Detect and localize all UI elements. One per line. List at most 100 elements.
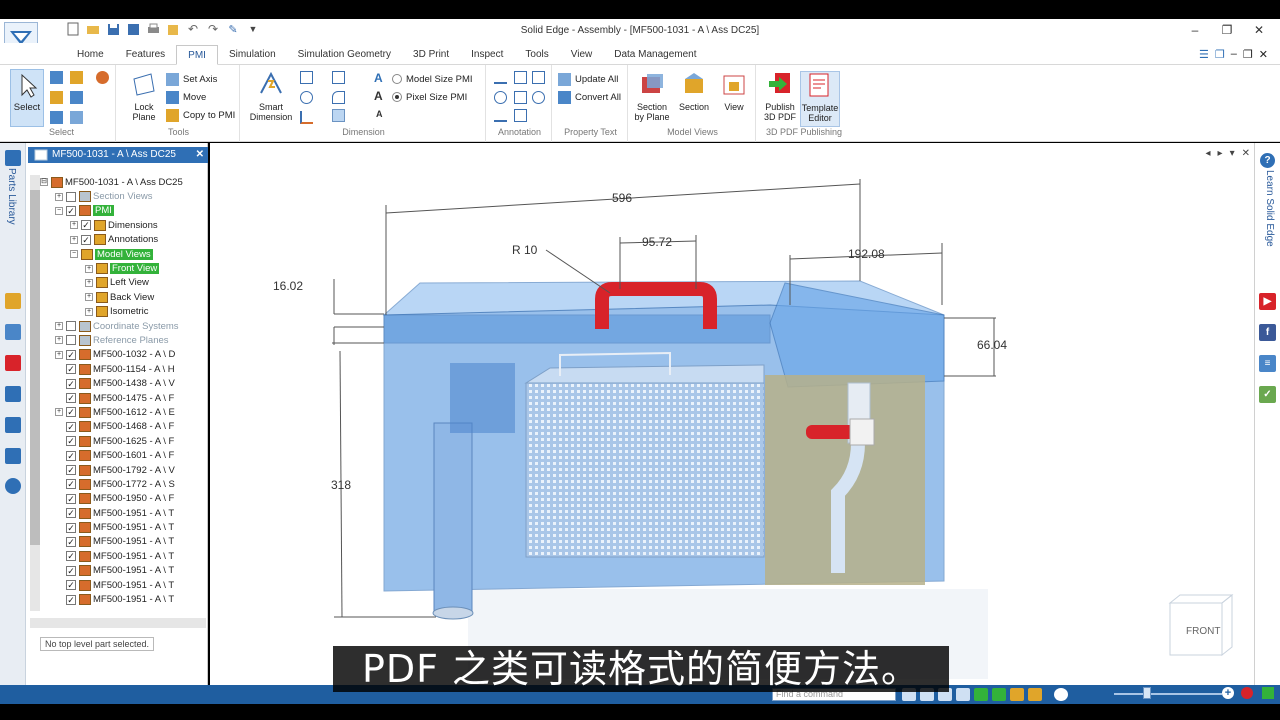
rotate-icon[interactable] xyxy=(956,688,970,701)
tree-item[interactable]: + ✓ MF500-1032 - A \ D xyxy=(28,348,206,362)
dimension-height[interactable]: 318 xyxy=(331,478,351,492)
dimension-top[interactable]: 16.02 xyxy=(273,279,303,293)
parts-library-icon[interactable] xyxy=(5,150,21,166)
tree-item[interactable]: + Isometric xyxy=(28,305,206,319)
template-editor-button[interactable]: Template Editor xyxy=(800,71,840,127)
callout-icon[interactable] xyxy=(514,71,527,84)
tree-item[interactable]: ✓ MF500-1154 - A \ H xyxy=(28,362,206,376)
leader-icon[interactable] xyxy=(494,71,507,84)
tree-visibility-checkbox[interactable]: ✓ xyxy=(66,594,76,605)
model-render[interactable]: 596 R 10 95.72 192.08 16.02 66.04 318 FR… xyxy=(210,143,1254,685)
text-small-icon[interactable]: A xyxy=(376,109,383,119)
filter-icon[interactable] xyxy=(50,71,63,84)
set-axis-button[interactable]: Set Axis xyxy=(166,71,217,87)
tree-item[interactable]: ✓ MF500-1951 - A \ T xyxy=(28,506,206,520)
visible-edges-icon[interactable] xyxy=(992,688,1006,701)
surface-texture-icon[interactable] xyxy=(494,109,507,122)
tree-visibility-checkbox[interactable]: ✓ xyxy=(66,565,76,576)
zoom-in-icon[interactable]: + xyxy=(1222,687,1234,699)
youtube-icon[interactable]: ▶ xyxy=(1259,293,1276,310)
tab-inspect[interactable]: Inspect xyxy=(460,45,514,65)
tree-visibility-checkbox[interactable]: ✓ xyxy=(66,465,76,475)
color-icon[interactable] xyxy=(70,71,83,84)
close-button[interactable]: ✕ xyxy=(1252,23,1266,37)
view-cube[interactable]: FRONT xyxy=(1168,593,1234,657)
tree-item[interactable]: + Left View xyxy=(28,276,206,290)
update-all-button[interactable]: Update All xyxy=(558,71,618,87)
help-panel-icon[interactable] xyxy=(5,417,21,433)
tree-item[interactable]: + ✓ MF500-1612 - A \ E xyxy=(28,405,206,419)
view-style-icon[interactable] xyxy=(1010,688,1024,701)
tree-expander-icon[interactable]: + xyxy=(70,221,78,230)
ribbon-minimize-icon[interactable]: – xyxy=(1231,48,1237,61)
zoom-out-icon[interactable] xyxy=(1054,688,1068,701)
record-icon[interactable] xyxy=(1241,687,1253,699)
shaded-icon[interactable] xyxy=(974,688,988,701)
layout-icon[interactable]: ☰ xyxy=(1199,48,1209,61)
tree-visibility-checkbox[interactable]: ✓ xyxy=(66,407,76,418)
zoom-slider-thumb[interactable] xyxy=(1143,687,1151,699)
model-size-pmi-option[interactable]: Model Size PMI xyxy=(392,71,473,87)
minimize-button[interactable]: – xyxy=(1188,23,1202,37)
copy-to-pmi-button[interactable]: Copy to PMI xyxy=(166,107,235,123)
tree-item[interactable]: − ✓ PMI xyxy=(28,204,206,218)
tree-visibility-checkbox[interactable]: ✓ xyxy=(66,580,76,591)
tree-item[interactable]: ✓ MF500-1772 - A \ S xyxy=(28,477,206,491)
tree-visibility-checkbox[interactable]: ✓ xyxy=(66,450,76,461)
tree-item[interactable]: + ✓ Dimensions xyxy=(28,218,206,232)
tree-expander-icon[interactable]: ⊟ xyxy=(40,178,48,187)
section-by-plane-button[interactable]: Section by Plane xyxy=(632,71,672,122)
select-button[interactable]: Select xyxy=(10,69,44,127)
text-size-icon[interactable]: A xyxy=(374,89,383,103)
tab-simulation-geometry[interactable]: Simulation Geometry xyxy=(287,45,402,65)
tree-visibility-checkbox[interactable] xyxy=(66,335,76,346)
tree-item[interactable]: ✓ MF500-1951 - A \ T xyxy=(28,564,206,578)
configurations-icon[interactable] xyxy=(5,448,21,464)
tree-expander-icon[interactable]: + xyxy=(70,235,78,244)
tree-expander-icon[interactable]: + xyxy=(55,408,63,417)
tree-expander-icon[interactable]: − xyxy=(55,206,63,215)
tree-visibility-checkbox[interactable]: ✓ xyxy=(66,421,76,432)
assembly-tree-icon[interactable] xyxy=(5,293,21,309)
convert-all-button[interactable]: Convert All xyxy=(558,89,621,105)
weld-icon[interactable] xyxy=(514,109,527,122)
tree-visibility-checkbox[interactable]: ✓ xyxy=(66,479,76,490)
tree-expander-icon[interactable]: + xyxy=(85,278,93,287)
dimension-handle[interactable]: 95.72 xyxy=(642,235,672,249)
tree-item[interactable]: + Back View xyxy=(28,290,206,304)
tab-pmi[interactable]: PMI xyxy=(176,45,218,65)
tree-expander-icon[interactable]: + xyxy=(85,307,93,316)
balloon-icon[interactable] xyxy=(494,91,507,104)
tree-visibility-checkbox[interactable]: ✓ xyxy=(66,508,76,519)
section-button[interactable]: Section xyxy=(674,71,714,112)
zone-icon[interactable] xyxy=(70,111,83,124)
move-button[interactable]: Move xyxy=(166,89,206,105)
text-icon[interactable]: A xyxy=(374,71,383,85)
tab-home[interactable]: Home xyxy=(66,45,115,65)
datum-icon[interactable] xyxy=(514,91,527,104)
tree-item[interactable]: ⊟ MF500-1031 - A \ Ass DC25 xyxy=(28,175,206,189)
community-icon[interactable]: ≡ xyxy=(1259,355,1276,372)
tree-item[interactable]: ✓ MF500-1601 - A \ F xyxy=(28,448,206,462)
tree-item[interactable]: ✓ MF500-1438 - A \ V xyxy=(28,376,206,390)
tree-visibility-checkbox[interactable] xyxy=(66,321,76,332)
tree-visibility-checkbox[interactable]: ✓ xyxy=(66,436,76,447)
tree-visibility-checkbox[interactable]: ✓ xyxy=(66,349,76,360)
tree-item[interactable]: ✓ MF500-1625 - A \ F xyxy=(28,434,206,448)
tab-data-management[interactable]: Data Management xyxy=(603,45,707,65)
publish-3d-pdf-button[interactable]: Publish 3D PDF xyxy=(760,71,800,122)
close-document-icon[interactable]: ✕ xyxy=(196,147,204,163)
search-icon[interactable] xyxy=(96,71,109,84)
tree-item[interactable]: ✓ MF500-1950 - A \ F xyxy=(28,492,206,506)
tree-item[interactable]: ✓ MF500-1951 - A \ T xyxy=(28,592,206,606)
distance-icon[interactable] xyxy=(300,71,313,84)
tree-visibility-checkbox[interactable]: ✓ xyxy=(66,205,76,216)
ribbon-restore-icon[interactable]: ❐ xyxy=(1243,48,1253,61)
notes-icon[interactable]: ✓ xyxy=(1259,386,1276,403)
status-indicator-icon[interactable] xyxy=(1262,687,1274,699)
tab-3d-print[interactable]: 3D Print xyxy=(402,45,460,65)
tree-item[interactable]: + Coordinate Systems xyxy=(28,319,206,333)
tree-item[interactable]: ✓ MF500-1951 - A \ T xyxy=(28,520,206,534)
tree-visibility-checkbox[interactable]: ✓ xyxy=(81,234,91,245)
sensors-icon[interactable] xyxy=(5,386,21,402)
